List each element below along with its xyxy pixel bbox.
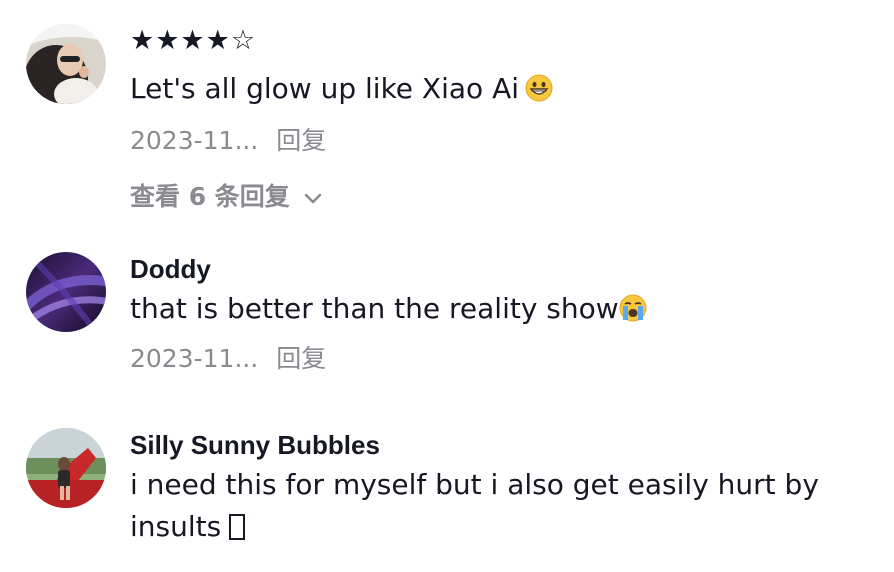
reply-button[interactable]: 回复 [276, 344, 326, 373]
comment-meta: 2023-11... 回复 [130, 342, 870, 376]
unrendered-glyph-icon [229, 514, 246, 540]
avatar[interactable] [26, 428, 106, 508]
comment-text: i need this for myself but i also get ea… [130, 464, 870, 548]
comment-text: that is better than the reality show [130, 288, 870, 334]
comment-text: Let's all glow up like Xiao Ai [130, 68, 870, 114]
view-replies-button[interactable]: 查看 6 条回复 [130, 180, 870, 214]
chevron-down-icon [304, 180, 322, 214]
grinning-face-icon [525, 72, 553, 114]
avatar[interactable] [26, 24, 106, 104]
loudly-crying-face-icon [619, 292, 647, 334]
comment-text-content: Let's all glow up like Xiao Ai [130, 72, 520, 105]
comment-meta: 2023-11... 回复 [130, 124, 870, 158]
comment-date: 2023-11... [130, 126, 259, 155]
reply-button[interactable]: 回复 [276, 126, 326, 155]
comment-text-content: that is better than the reality show [130, 292, 619, 325]
comment-username[interactable]: Silly Sunny Bubbles [130, 428, 870, 462]
comments-panel: ★★★★☆ Let's all glow up like Xiao Ai 202… [0, 0, 894, 572]
avatar[interactable] [26, 252, 106, 332]
view-replies-label: 查看 6 条回复 [130, 182, 290, 211]
comment-username[interactable]: Doddy [130, 252, 870, 286]
star-rating: ★★★★☆ [130, 25, 257, 56]
comment-date: 2023-11... [130, 344, 259, 373]
